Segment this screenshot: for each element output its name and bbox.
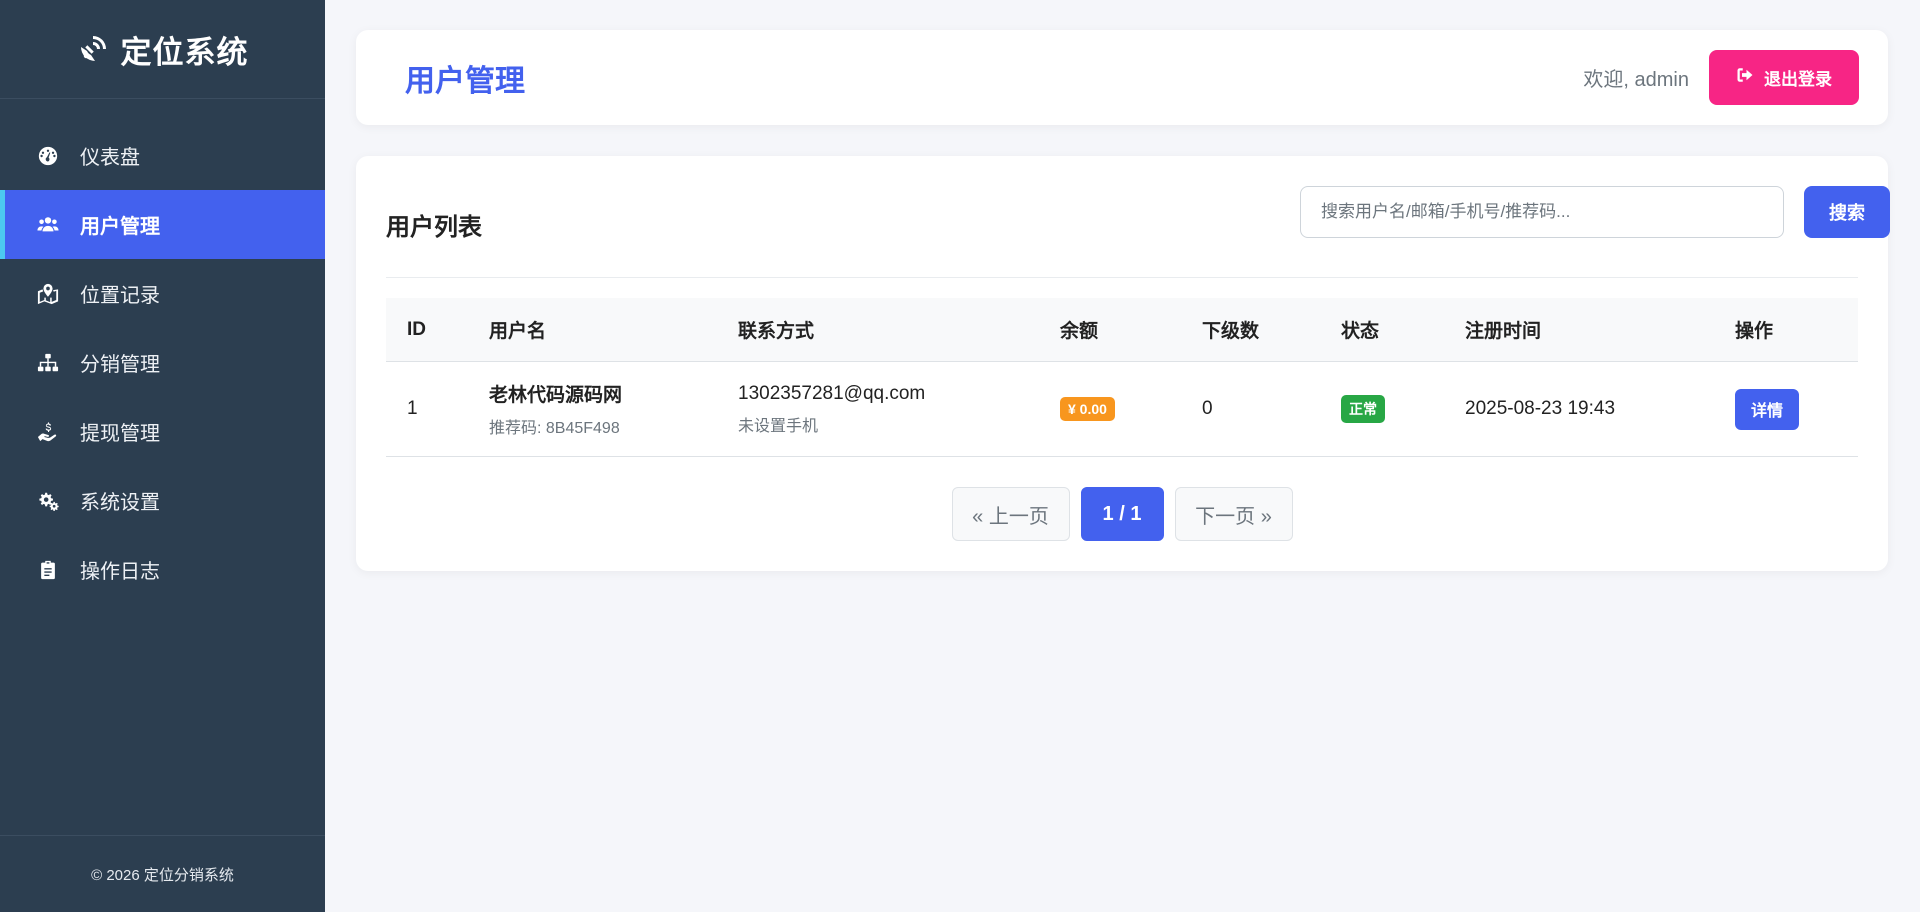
column-header-contact: 联系方式 — [738, 321, 815, 342]
column-header-status: 状态 — [1341, 321, 1380, 342]
brand-title: 定位系统 — [120, 34, 249, 70]
map-marked-icon — [36, 282, 60, 306]
brand[interactable]: 定位系统 — [0, 0, 325, 99]
email: 1302357281@qq.com — [738, 382, 926, 404]
sidebar-item-label: 提现管理 — [80, 423, 160, 445]
sidebar-item-settings[interactable]: 系统设置 — [0, 466, 325, 535]
column-header-subordinates: 下级数 — [1202, 321, 1260, 342]
column-header-id: ID — [407, 318, 426, 340]
sidebar-item-label: 位置记录 — [80, 285, 160, 307]
logout-button[interactable]: 退出登录 — [1709, 50, 1859, 105]
cogs-icon — [36, 489, 60, 513]
clipboard-icon — [36, 558, 60, 582]
sidebar-item-logs[interactable]: 操作日志 — [0, 535, 325, 604]
sidebar-item-label: 仪表盘 — [80, 147, 140, 169]
column-header-balance: 余额 — [1060, 321, 1099, 342]
column-header-registered: 注册时间 — [1465, 321, 1542, 342]
sign-out-icon — [1736, 66, 1754, 89]
hand-holding-usd-icon — [36, 420, 60, 444]
sidebar-item-dashboard[interactable]: 仪表盘 — [0, 121, 325, 190]
cell-id: 1 — [407, 398, 418, 419]
phone: 未设置手机 — [738, 417, 819, 435]
current-page[interactable]: 1 / 1 — [1080, 487, 1164, 541]
prev-page-button[interactable]: « 上一页 — [951, 487, 1070, 541]
sidebar-item-withdraw[interactable]: 提现管理 — [0, 397, 325, 466]
balance-badge: ¥ 0.00 — [1060, 397, 1115, 421]
page-header: 用户管理 欢迎, admin 退出登录 — [356, 30, 1888, 125]
card-title: 用户列表 — [386, 214, 482, 241]
pagination: « 上一页 1 / 1 下一页 » — [356, 487, 1888, 541]
header-right: 欢迎, admin 退出登录 — [1583, 50, 1859, 105]
cell-username: 老林代码源码网 推荐码: 8B45F498 — [489, 380, 738, 438]
cell-contact: 1302357281@qq.com 未设置手机 — [738, 383, 1060, 436]
cell-registered: 2025-08-23 19:43 — [1465, 398, 1616, 419]
card-header: 用户列表 搜索 — [386, 156, 1890, 278]
sitemap-icon — [36, 351, 60, 375]
sidebar-nav: 仪表盘 用户管理 位置记录 分销管理 提现管理 系统设置 操作日志 — [0, 121, 325, 604]
sidebar-item-label: 操作日志 — [80, 561, 160, 583]
sidebar-item-label: 用户管理 — [80, 216, 160, 238]
detail-button[interactable]: 详情 — [1735, 388, 1799, 430]
page-title: 用户管理 — [405, 64, 525, 98]
sidebar-item-locations[interactable]: 位置记录 — [0, 259, 325, 328]
table-row: 1 老林代码源码网 推荐码: 8B45F498 1302357281@qq.co… — [386, 362, 1858, 457]
sidebar-item-users[interactable]: 用户管理 — [0, 190, 325, 259]
column-header-username: 用户名 — [489, 321, 547, 342]
logout-label: 退出登录 — [1764, 70, 1832, 89]
next-page-button[interactable]: 下一页 » — [1174, 487, 1293, 541]
username: 老林代码源码网 — [489, 385, 623, 406]
sidebar-item-label: 系统设置 — [80, 492, 160, 514]
cell-actions: 详情 — [1735, 388, 1858, 430]
search-input[interactable] — [1300, 186, 1784, 238]
welcome-text: 欢迎, admin — [1583, 69, 1689, 91]
user-table: ID 用户名 联系方式 余额 下级数 状态 注册时间 操作 1 老林代码源码网 … — [386, 298, 1858, 457]
cell-subordinates: 0 — [1202, 398, 1213, 419]
status-badge: 正常 — [1341, 395, 1385, 423]
satellite-dish-icon — [77, 33, 109, 65]
sidebar-footer: © 2026 定位分销系统 — [0, 835, 325, 912]
sidebar: 定位系统 仪表盘 用户管理 位置记录 分销管理 提现管理 系统设置 操作日志 ©… — [0, 0, 325, 912]
table-header: ID 用户名 联系方式 余额 下级数 状态 注册时间 操作 — [386, 298, 1858, 362]
search-button[interactable]: 搜索 — [1804, 186, 1890, 238]
sidebar-item-distribution[interactable]: 分销管理 — [0, 328, 325, 397]
column-header-actions: 操作 — [1735, 321, 1774, 342]
cell-status: 正常 — [1341, 395, 1465, 423]
user-list-card: 用户列表 搜索 ID 用户名 联系方式 余额 下级数 状态 注册时间 操作 1 … — [356, 156, 1890, 571]
referral-code: 推荐码: 8B45F498 — [489, 420, 620, 437]
users-icon — [36, 213, 60, 237]
sidebar-item-label: 分销管理 — [80, 354, 160, 376]
cell-balance: ¥ 0.00 — [1060, 397, 1202, 421]
tachometer-icon — [36, 144, 60, 168]
